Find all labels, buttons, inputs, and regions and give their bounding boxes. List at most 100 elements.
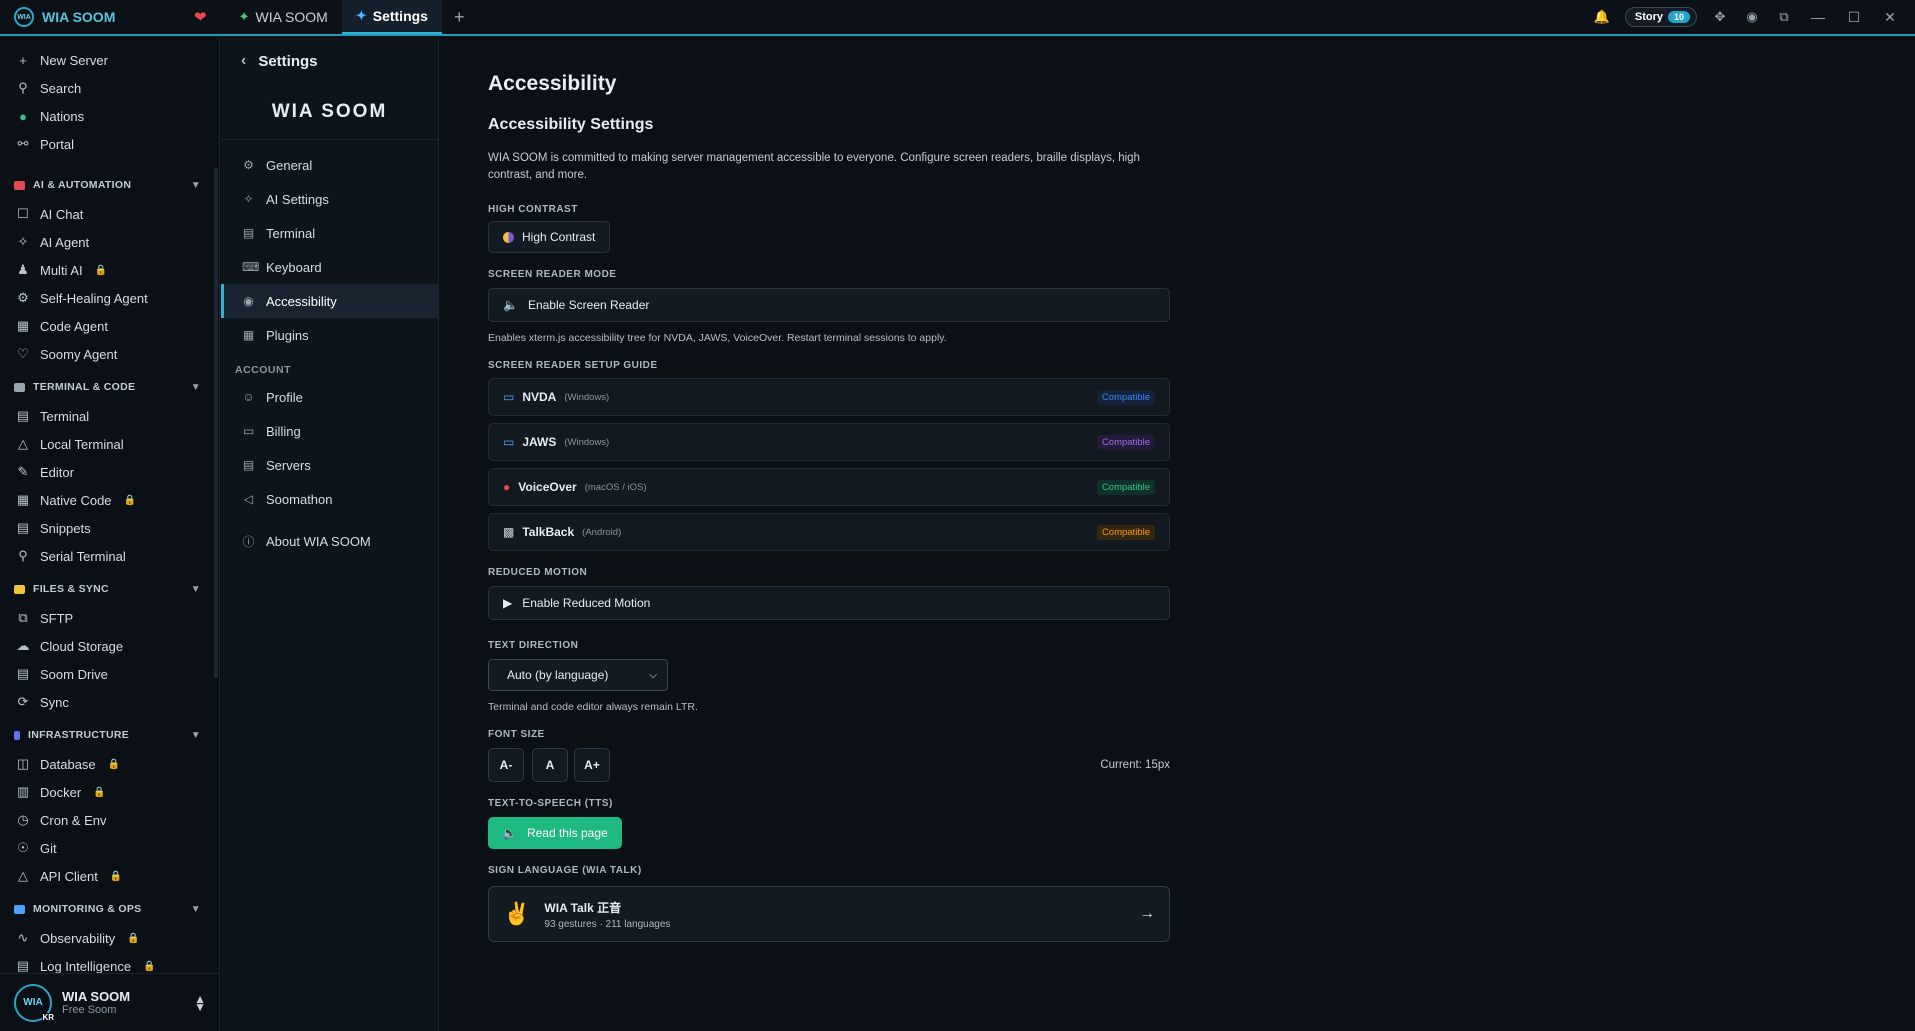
settings-brand: WIA SOOM <box>221 84 438 140</box>
app-brand[interactable]: WIA WIA SOOM <box>0 0 220 34</box>
user-plan: Free Soom <box>62 1004 117 1016</box>
font-increase-button[interactable]: A+ <box>574 748 610 782</box>
sidebar-item-self-healing-agent[interactable]: ⚙ Self-Healing Agent <box>0 284 219 312</box>
sidebar-item-terminal[interactable]: ▤ Terminal <box>0 402 219 430</box>
settings-item-keyboard[interactable]: ⌨ Keyboard <box>221 250 438 284</box>
sidebar-item-cron-env[interactable]: ◷ Cron & Env <box>0 806 219 834</box>
section-terminal-code[interactable]: TERMINAL & CODE ▼ <box>0 372 219 402</box>
back-chevron-icon[interactable]: ‹ <box>241 52 246 70</box>
new-tab-button[interactable]: + <box>442 7 477 28</box>
sidebar-item-label: Local Terminal <box>40 436 124 452</box>
file-icon: ▤ <box>16 520 30 535</box>
title-bar: WIA WIA SOOM ❤ ✦ WIA SOOM ✦ Settings + 🔔… <box>0 0 1915 36</box>
minimize-icon[interactable]: — <box>1807 9 1829 25</box>
close-icon[interactable]: ✕ <box>1879 9 1901 26</box>
users-icon: ♟ <box>17 262 29 277</box>
sidebar-item-local-terminal[interactable]: △ Local Terminal <box>0 430 219 458</box>
camera-icon[interactable]: ◉ <box>1743 9 1761 25</box>
settings-item-soomathon[interactable]: ◁ Soomathon <box>221 482 438 516</box>
section-infrastructure[interactable]: INFRASTRUCTURE ▼ <box>0 720 219 750</box>
enable-screen-reader-button[interactable]: 🔈 Enable Screen Reader <box>488 288 1170 322</box>
sidebar-item-api-client[interactable]: △ API Client 🔒 <box>0 862 219 890</box>
sidebar-item-soom-drive[interactable]: ▤ Soom Drive <box>0 660 219 688</box>
sidebar-item-snippets[interactable]: ▤ Snippets <box>0 514 219 542</box>
wia-talk-card[interactable]: ✌ WIA Talk 正音 93 gestures · 211 language… <box>488 886 1170 942</box>
sidebar-item-multi-ai[interactable]: ♟ Multi AI 🔒 <box>0 256 219 284</box>
files-icon: ⧉ <box>18 610 28 625</box>
section-ai-automation[interactable]: AI & AUTOMATION ▼ <box>0 170 219 200</box>
region-badge: KR <box>42 1012 54 1022</box>
high-contrast-button[interactable]: High Contrast <box>488 221 611 253</box>
sidebar-item-editor[interactable]: ✎ Editor <box>0 458 219 486</box>
globe-icon: ⚯ <box>17 136 29 151</box>
sidebar-item-soomy-agent[interactable]: ♡ Soomy Agent <box>0 340 219 368</box>
info-icon: ⓘ <box>242 534 255 549</box>
sidebar-item-native-code[interactable]: ▦ Native Code 🔒 <box>0 486 219 514</box>
sidebar-item-label: New Server <box>40 52 108 68</box>
guide-name: TalkBack <box>522 525 575 539</box>
sidebar-item-label: Database <box>40 756 96 772</box>
guide-platform: (Windows) <box>564 391 610 403</box>
settings-item-profile[interactable]: ☺ Profile <box>221 380 438 414</box>
text-direction-select[interactable]: Auto (by language) ⌵ <box>488 659 668 691</box>
popout-icon[interactable]: ⧉ <box>1775 9 1793 25</box>
sidebar-item-code-agent[interactable]: ▦ Code Agent <box>0 312 219 340</box>
sort-toggle-icon[interactable]: ▲ ▼ <box>194 993 206 1013</box>
section-files-sync[interactable]: FILES & SYNC ▼ <box>0 574 219 604</box>
chevron-down-icon: ▼ <box>190 583 201 595</box>
sidebar-item-label: Self-Healing Agent <box>40 290 148 306</box>
section-title: TERMINAL & CODE <box>33 381 136 393</box>
sidebar-scrollbar[interactable] <box>214 168 218 678</box>
sidebar-item-docker[interactable]: ▥ Docker 🔒 <box>0 778 219 806</box>
sidebar-item-ai-agent[interactable]: ✧ AI Agent <box>0 228 219 256</box>
card-icon: ▭ <box>242 424 255 438</box>
sidebar-item-portal[interactable]: ⚯ Portal <box>0 130 219 158</box>
sidebar-item-git[interactable]: ☉ Git <box>0 834 219 862</box>
sidebar-item-new-server[interactable]: + New Server <box>0 46 219 74</box>
settings-item-servers[interactable]: ▤ Servers <box>221 448 438 482</box>
tab-home[interactable]: ✦ WIA SOOM <box>225 0 342 34</box>
maximize-icon[interactable]: ☐ <box>1843 9 1865 26</box>
settings-item-label: General <box>266 157 313 173</box>
settings-item-accessibility[interactable]: ◉ Accessibility <box>221 284 438 318</box>
sidebar-item-sync[interactable]: ⟳ Sync <box>0 688 219 716</box>
terminal-icon: ▤ <box>16 408 30 423</box>
sidebar-item-sftp[interactable]: ⧉ SFTP <box>0 604 219 632</box>
keyboard-icon <box>14 382 25 392</box>
sidebar-item-label: Portal <box>40 136 74 152</box>
sidebar-item-nations[interactable]: ● Nations <box>0 102 219 130</box>
sidebar-item-search[interactable]: ⚲ Search <box>0 74 219 102</box>
font-decrease-button[interactable]: A- <box>488 748 524 782</box>
settings-item-label: Profile <box>266 389 303 405</box>
section-monitoring-ops[interactable]: MONITORING & OPS ▼ <box>0 894 219 924</box>
guide-platform: (Windows) <box>564 436 610 448</box>
sidebar-item-database[interactable]: ◫ Database 🔒 <box>0 750 219 778</box>
settings-item-billing[interactable]: ▭ Billing <box>221 414 438 448</box>
enable-reduced-motion-button[interactable]: ▶ Enable Reduced Motion <box>488 586 1170 620</box>
sidebar-item-ai-chat[interactable]: ☐ AI Chat <box>0 200 219 228</box>
user-profile[interactable]: WIA KR WIA SOOM Free Soom ▲ ▼ <box>0 973 219 1031</box>
cloud-icon: ☁ <box>16 638 30 653</box>
read-page-button[interactable]: 🔈 Read this page <box>488 817 622 849</box>
eye-icon: ◉ <box>243 294 254 308</box>
sidebar-item-observability[interactable]: ∿ Observability 🔒 <box>0 924 219 952</box>
move-icon[interactable]: ✥ <box>1711 9 1729 25</box>
font-reset-button[interactable]: A <box>532 748 568 782</box>
chevron-down-icon: ▼ <box>190 381 201 393</box>
settings-item-label: Accessibility <box>266 293 337 309</box>
settings-item-terminal[interactable]: ▤ Terminal <box>221 216 438 250</box>
tab-label: WIA SOOM <box>255 9 328 25</box>
story-button[interactable]: Story 10 <box>1624 7 1697 27</box>
sidebar-item-serial-terminal[interactable]: ⚲ Serial Terminal <box>0 542 219 570</box>
settings-item-general[interactable]: ⚙ General <box>221 148 438 182</box>
heart-icon[interactable]: ❤ <box>194 8 207 26</box>
lock-icon: 🔒 <box>109 870 123 882</box>
bell-icon[interactable]: 🔔 <box>1593 9 1611 25</box>
settings-item-about[interactable]: ⓘ About WIA SOOM <box>221 524 438 558</box>
tab-settings[interactable]: ✦ Settings <box>341 0 442 34</box>
sidebar-item-cloud-storage[interactable]: ☁ Cloud Storage <box>0 632 219 660</box>
gear-icon: ⚙ <box>243 158 254 172</box>
text-direction-hint: Terminal and code editor always remain L… <box>488 701 698 713</box>
settings-item-plugins[interactable]: ▦ Plugins <box>221 318 438 352</box>
settings-item-ai-settings[interactable]: ✧ AI Settings <box>221 182 438 216</box>
